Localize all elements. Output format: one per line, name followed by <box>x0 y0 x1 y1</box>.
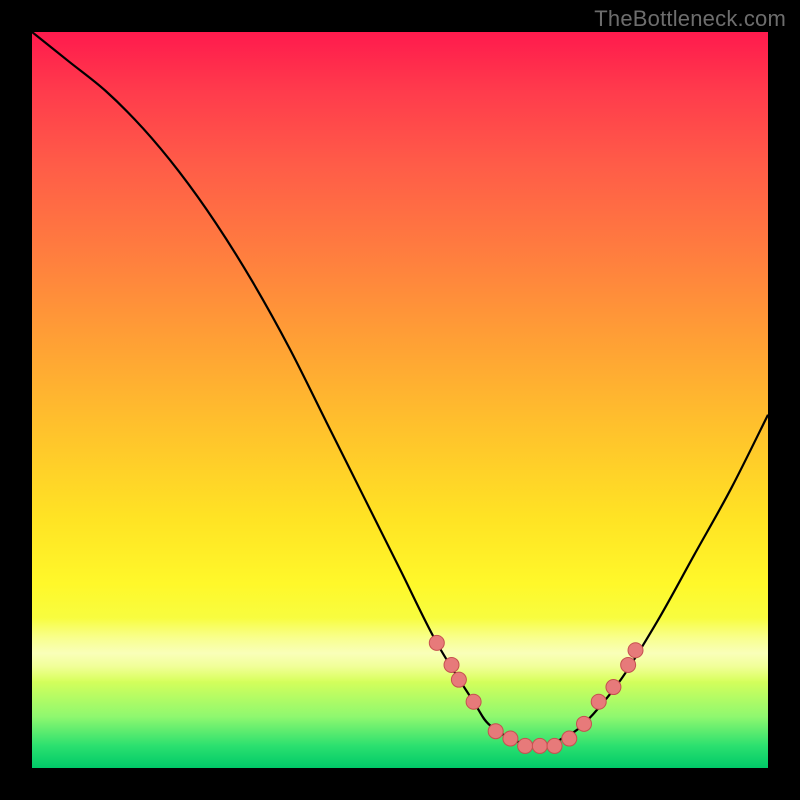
curve-dot <box>532 738 547 753</box>
curve-dot <box>621 657 636 672</box>
chart-stage: TheBottleneck.com <box>0 0 800 800</box>
curve-dot <box>518 738 533 753</box>
curve-dot <box>606 680 621 695</box>
curve-dot <box>628 643 643 658</box>
curve-dot <box>547 738 562 753</box>
watermark-text: TheBottleneck.com <box>594 6 786 32</box>
curve-dot <box>503 731 518 746</box>
bottleneck-curve <box>32 32 768 768</box>
plot-area <box>32 32 768 768</box>
curve-dot <box>488 724 503 739</box>
curve-dot <box>451 672 466 687</box>
glow-band <box>32 618 768 682</box>
curve-dots <box>429 635 643 753</box>
curve-dot <box>591 694 606 709</box>
curve-dot <box>562 731 577 746</box>
curve-dot <box>577 716 592 731</box>
curve-dot <box>444 657 459 672</box>
curve-dot <box>429 635 444 650</box>
curve-dot <box>466 694 481 709</box>
curve-line <box>32 32 768 747</box>
